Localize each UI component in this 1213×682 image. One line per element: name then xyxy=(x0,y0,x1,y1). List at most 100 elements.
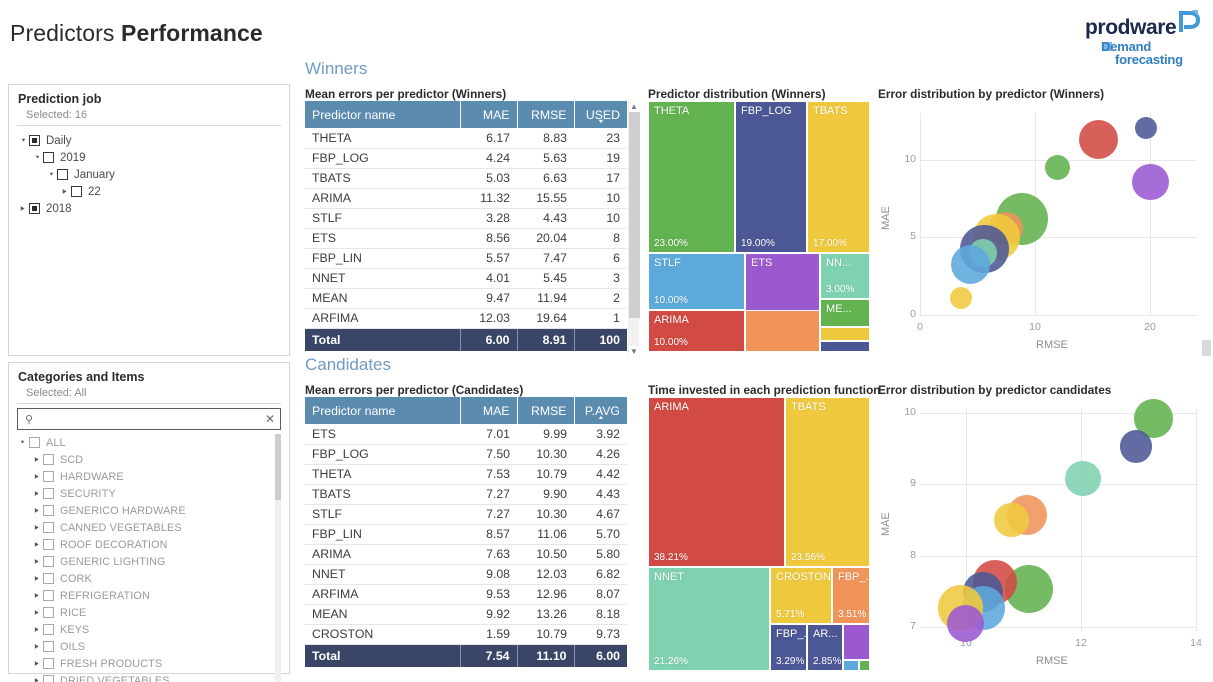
chevron-right-icon[interactable] xyxy=(31,524,43,531)
table-row[interactable]: ETS7.019.993.92 xyxy=(305,424,627,444)
categories-list[interactable]: ALLSCDHARDWARESECURITYGENERICO HARDWAREC… xyxy=(17,434,281,682)
table-row[interactable]: THETA7.5310.794.42 xyxy=(305,464,627,484)
checkbox[interactable] xyxy=(43,471,54,482)
table-row[interactable]: FBP_LOG7.5010.304.26 xyxy=(305,444,627,464)
winners-table-body[interactable]: THETA6.178.8323FBP_LOG4.245.6319TBATS5.0… xyxy=(305,128,627,351)
chevron-right-icon[interactable] xyxy=(31,490,43,497)
treemap-tile-stlf[interactable]: STLF10.00% xyxy=(648,253,745,310)
category-item[interactable]: SECURITY xyxy=(17,485,281,502)
checkbox[interactable] xyxy=(57,169,68,180)
winners-table-scrollbar[interactable]: ▲ ▼ xyxy=(628,101,639,357)
candidates-table[interactable]: Predictor nameMAERMSEP.AVG▲ ETS7.019.993… xyxy=(305,397,627,667)
table-row[interactable]: ARFIMA12.0319.641 xyxy=(305,308,627,328)
treemap-tile-fbp_lin[interactable] xyxy=(745,310,820,352)
table-row[interactable]: TBATS5.036.6317 xyxy=(305,168,627,188)
chevron-right-icon[interactable] xyxy=(31,660,43,667)
treemap-tile-theta[interactable]: THETA23.00% xyxy=(648,101,735,253)
checkbox[interactable] xyxy=(43,573,54,584)
chevron-right-icon[interactable] xyxy=(31,643,43,650)
category-item[interactable]: CANNED VEGETABLES xyxy=(17,519,281,536)
bubble-arfima[interactable] xyxy=(1120,430,1153,463)
table-row[interactable]: FBP_LOG4.245.6319 xyxy=(305,148,627,168)
category-item[interactable]: GENERIC LIGHTING xyxy=(17,553,281,570)
treemap-tile-nnet[interactable]: NNET21.26% xyxy=(648,567,770,671)
chevron-right-icon[interactable] xyxy=(31,575,43,582)
chevron-down-icon[interactable] xyxy=(31,154,43,161)
checkbox[interactable] xyxy=(71,186,82,197)
column-header-mae[interactable]: MAE xyxy=(460,397,517,424)
column-header-predictor-name[interactable]: Predictor name xyxy=(305,101,460,128)
category-item[interactable]: FRESH PRODUCTS xyxy=(17,655,281,672)
chevron-right-icon[interactable] xyxy=(59,188,71,195)
chevron-right-icon[interactable] xyxy=(31,507,43,514)
chevron-right-icon[interactable] xyxy=(31,473,43,480)
treemap-tile-tile[interactable] xyxy=(859,660,870,671)
table-row[interactable]: MEAN9.9213.268.18 xyxy=(305,604,627,624)
prediction-job-node-22[interactable]: 22 xyxy=(17,183,285,200)
column-header-p-avg[interactable]: P.AVG▲ xyxy=(574,397,627,424)
table-row[interactable]: ARFIMA9.5312.968.07 xyxy=(305,584,627,604)
search-input[interactable] xyxy=(40,413,260,425)
bubble-ets[interactable] xyxy=(1132,164,1168,200)
treemap-tile-arima[interactable]: ARIMA10.00% xyxy=(648,310,745,352)
checkbox[interactable] xyxy=(43,641,54,652)
table-row[interactable]: TBATS7.279.904.43 xyxy=(305,484,627,504)
winners-scatter-chart[interactable]: 051001020RMSEMAE xyxy=(878,101,1208,353)
chevron-right-icon[interactable] xyxy=(31,456,43,463)
treemap-tile-tbats[interactable]: TBATS23.56% xyxy=(785,397,870,567)
chevron-right-icon[interactable] xyxy=(31,541,43,548)
prediction-job-node-january[interactable]: January xyxy=(17,166,285,183)
winners-table-header-row[interactable]: Predictor nameMAERMSEUSED▼ xyxy=(305,101,627,128)
chevron-right-icon[interactable] xyxy=(31,558,43,565)
treemap-tile-tbats[interactable]: TBATS17.00% xyxy=(807,101,870,253)
checkbox[interactable] xyxy=(43,539,54,550)
chevron-down-icon[interactable] xyxy=(45,171,57,178)
checkbox[interactable] xyxy=(43,590,54,601)
table-row[interactable]: NNET4.015.453 xyxy=(305,268,627,288)
treemap-tile-fbp_[interactable]: FBP_...3.51% xyxy=(832,567,870,624)
checkbox[interactable] xyxy=(43,675,54,682)
chevron-right-icon[interactable] xyxy=(17,205,29,212)
column-header-mae[interactable]: MAE xyxy=(460,101,517,128)
treemap-tile-fbp_[interactable]: FBP_...3.29% xyxy=(770,624,807,671)
category-item[interactable]: SCD xyxy=(17,451,281,468)
category-item[interactable]: HARDWARE xyxy=(17,468,281,485)
checkbox[interactable] xyxy=(43,152,54,163)
categories-scrollbar[interactable] xyxy=(275,434,281,682)
table-row[interactable]: FBP_LIN8.5711.065.70 xyxy=(305,524,627,544)
chevron-right-icon[interactable] xyxy=(31,592,43,599)
winners-scroll-track[interactable] xyxy=(629,112,639,346)
category-item[interactable]: RICE xyxy=(17,604,281,621)
checkbox[interactable] xyxy=(43,658,54,669)
table-row[interactable]: ARIMA7.6310.505.80 xyxy=(305,544,627,564)
category-item[interactable]: ROOF DECORATION xyxy=(17,536,281,553)
categories-search-box[interactable]: ⚲ ✕ xyxy=(17,408,281,430)
treemap-tile-nn[interactable]: NN...3.00% xyxy=(820,253,870,299)
table-row[interactable]: CROSTON1.5910.799.73 xyxy=(305,624,627,644)
category-item[interactable]: OILS xyxy=(17,638,281,655)
time-invested-treemap[interactable]: ARIMA38.21%TBATS23.56%NNET21.26%CROSTON5… xyxy=(648,397,870,671)
table-row[interactable]: FBP_LIN5.577.476 xyxy=(305,248,627,268)
treemap-tile-tile[interactable] xyxy=(820,327,870,341)
column-header-predictor-name[interactable]: Predictor name xyxy=(305,397,460,424)
category-item[interactable]: GENERICO HARDWARE xyxy=(17,502,281,519)
category-item[interactable]: REFRIGERATION xyxy=(17,587,281,604)
table-row[interactable]: STLF3.284.4310 xyxy=(305,208,627,228)
table-row[interactable]: ETS8.5620.048 xyxy=(305,228,627,248)
category-item[interactable]: KEYS xyxy=(17,621,281,638)
chevron-down-icon[interactable] xyxy=(17,439,29,446)
scroll-up-icon[interactable]: ▲ xyxy=(629,101,639,112)
bubble-arima[interactable] xyxy=(1079,120,1118,159)
table-row[interactable]: ARIMA11.3215.5510 xyxy=(305,188,627,208)
checkbox[interactable] xyxy=(43,522,54,533)
winners-treemap[interactable]: THETA23.00%FBP_LOG19.00%TBATS17.00%STLF1… xyxy=(648,101,870,352)
winners-scroll-thumb[interactable] xyxy=(629,112,640,318)
candidates-table-body[interactable]: ETS7.019.993.92FBP_LOG7.5010.304.26THETA… xyxy=(305,424,627,667)
prediction-job-node-daily[interactable]: Daily xyxy=(17,132,285,149)
category-item[interactable]: CORK xyxy=(17,570,281,587)
column-header-used[interactable]: USED▼ xyxy=(574,101,627,128)
table-row[interactable]: NNET9.0812.036.82 xyxy=(305,564,627,584)
checkbox[interactable] xyxy=(29,135,40,146)
treemap-tile-arima[interactable]: ARIMA38.21% xyxy=(648,397,785,567)
treemap-tile-croston[interactable]: CROSTON5.71% xyxy=(770,567,832,624)
